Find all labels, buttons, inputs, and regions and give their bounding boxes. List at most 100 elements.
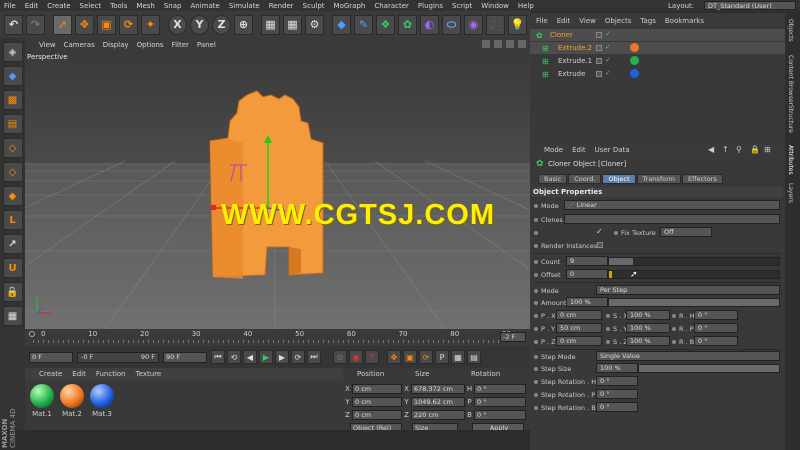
pz-field[interactable]: 0 cm (556, 336, 602, 346)
preview-range-slider[interactable]: -0 F 90 F (77, 351, 159, 363)
menu-plugins[interactable]: Plugins (418, 2, 443, 10)
menu-edit[interactable]: Edit (25, 2, 39, 10)
anim-dot[interactable] (534, 392, 538, 397)
enabled-check-icon[interactable]: ✓ (605, 43, 611, 51)
start-frame-field[interactable]: 0 F (29, 351, 73, 363)
menu-sculpt[interactable]: Sculpt (303, 2, 325, 10)
anim-dot[interactable] (534, 272, 538, 277)
object-row-cloner[interactable]: ✿ Cloner ✓ (530, 29, 785, 41)
tab-structure[interactable]: Structure (787, 105, 794, 133)
next-frame-icon[interactable]: ▶ (275, 350, 289, 364)
render-picture-viewer-icon[interactable]: ▦ (283, 14, 302, 35)
rb-field[interactable]: 0 ° (694, 336, 738, 346)
menu-file[interactable]: File (4, 2, 16, 10)
anim-dot[interactable] (534, 243, 538, 248)
orbit-icon[interactable] (506, 40, 514, 48)
enabled-check-icon[interactable]: ✓ (605, 30, 611, 38)
anim-dot[interactable] (534, 405, 538, 410)
lock-icon[interactable]: 🔒 (750, 145, 760, 154)
offset-field[interactable]: 0 (566, 269, 608, 279)
material-item[interactable]: Mat.1 (28, 384, 56, 418)
subdivision-icon[interactable]: ❖ (376, 14, 395, 35)
object-menu-objects[interactable]: Objects (605, 17, 631, 25)
render-settings-icon[interactable]: ⚙ (305, 14, 324, 35)
move-icon[interactable]: ✥ (75, 14, 94, 35)
sx-field[interactable]: 100 % (626, 310, 670, 320)
tab-basic[interactable]: Basic (538, 174, 568, 184)
size-x-field[interactable]: 678.372 cm (411, 383, 465, 394)
render-view-icon[interactable]: ▦ (261, 14, 280, 35)
step-mode-select[interactable]: Single Value (596, 351, 780, 361)
anim-dot[interactable] (672, 326, 676, 331)
anim-dot[interactable] (534, 379, 538, 384)
attribute-menu-edit[interactable]: Edit (572, 146, 586, 154)
autokey-icon[interactable]: ? (365, 350, 379, 364)
floor-icon[interactable]: ◉ (464, 14, 483, 35)
menu-animate[interactable]: Animate (190, 2, 219, 10)
anim-dot[interactable] (614, 230, 618, 235)
tab-effectors[interactable]: Effectors (681, 174, 723, 184)
anim-dot[interactable] (534, 354, 538, 359)
anim-dot[interactable] (606, 313, 610, 318)
live-select-icon[interactable]: ➚ (53, 14, 72, 35)
attribute-menu-mode[interactable]: Mode (544, 146, 563, 154)
anim-dot[interactable] (534, 288, 538, 293)
fix-clone-checkbox[interactable]: ✓ (596, 227, 603, 236)
workplane-icon[interactable]: ▤ (2, 114, 23, 134)
record-off-icon[interactable]: ⊘ (333, 350, 347, 364)
end-frame-field[interactable]: 90 F (163, 351, 207, 363)
material-menu-create[interactable]: Create (39, 370, 62, 378)
size-y-field[interactable]: 1049.62 cm (411, 396, 465, 407)
mode-select[interactable]: ⋰ Linear (564, 200, 780, 210)
menu-character[interactable]: Character (374, 2, 409, 10)
go-to-end-icon[interactable]: ⏭ (307, 350, 321, 364)
tab-content-browser[interactable]: Content Browser (787, 55, 794, 105)
object-menu-view[interactable]: View (579, 17, 596, 25)
rotation-h-field[interactable]: 0 ° (474, 383, 526, 394)
step-size-slider[interactable] (638, 364, 780, 373)
snap-icon[interactable]: U (2, 258, 23, 278)
amount-field[interactable]: 100 % (566, 297, 608, 307)
previous-frame-icon[interactable]: ◀ (243, 350, 257, 364)
undo-icon[interactable]: ↶ (4, 14, 23, 35)
make-editable-icon[interactable]: ◈ (2, 42, 23, 62)
anim-dot[interactable] (672, 313, 676, 318)
edges-mode-icon[interactable]: ◇ (2, 162, 23, 182)
parameter-key-icon[interactable]: P (435, 350, 449, 364)
anim-dot[interactable] (606, 339, 610, 344)
count-slider[interactable] (608, 257, 780, 266)
timeline-window-icon[interactable]: ▤ (467, 350, 481, 364)
step-rot-h-field[interactable]: 0 ° (596, 376, 638, 386)
tab-object[interactable]: Object (602, 174, 636, 184)
previous-key-icon[interactable]: ⟲ (227, 350, 241, 364)
anim-dot[interactable] (534, 203, 538, 208)
render-instances-checkbox[interactable] (597, 242, 603, 248)
menu-snap[interactable]: Snap (164, 2, 182, 10)
polygons-mode-icon[interactable]: ◆ (2, 186, 23, 206)
menu-simulate[interactable]: Simulate (229, 2, 260, 10)
current-frame-field[interactable]: -2 F (500, 332, 526, 342)
menu-select[interactable]: Select (80, 2, 102, 10)
menu-mesh[interactable]: Mesh (136, 2, 154, 10)
mograph-icon[interactable]: ✿ (398, 14, 417, 35)
model-mode-icon[interactable]: ◆ (2, 66, 23, 86)
tab-attributes[interactable]: Attributes (787, 145, 794, 175)
step-rot-p-field[interactable]: 0 ° (596, 389, 638, 399)
menu-help[interactable]: Help (518, 2, 534, 10)
tab-transform[interactable]: Transform (636, 174, 681, 184)
visibility-toggle[interactable] (596, 71, 602, 77)
x-axis-button[interactable]: X (168, 14, 187, 35)
material-menu-function[interactable]: Function (96, 370, 126, 378)
viewport-menu-panel[interactable]: Panel (197, 41, 216, 49)
new-window-icon[interactable]: ⊞ (764, 145, 771, 154)
object-row-extrude[interactable]: ⊞ Extrude ✓ (530, 68, 785, 80)
anim-dot[interactable] (534, 230, 538, 235)
rotate-icon[interactable]: ⟳ (119, 14, 138, 35)
material-menu-edit[interactable]: Edit (72, 370, 86, 378)
camera-icon[interactable]: 🎥 (486, 14, 505, 35)
viewport-menu-filter[interactable]: Filter (172, 41, 189, 49)
tab-layers[interactable]: Layers (787, 183, 794, 203)
scale-key-icon[interactable]: ▣ (403, 350, 417, 364)
material-tag-orange[interactable] (630, 43, 639, 52)
nav-back-icon[interactable]: ◀ (708, 145, 714, 154)
